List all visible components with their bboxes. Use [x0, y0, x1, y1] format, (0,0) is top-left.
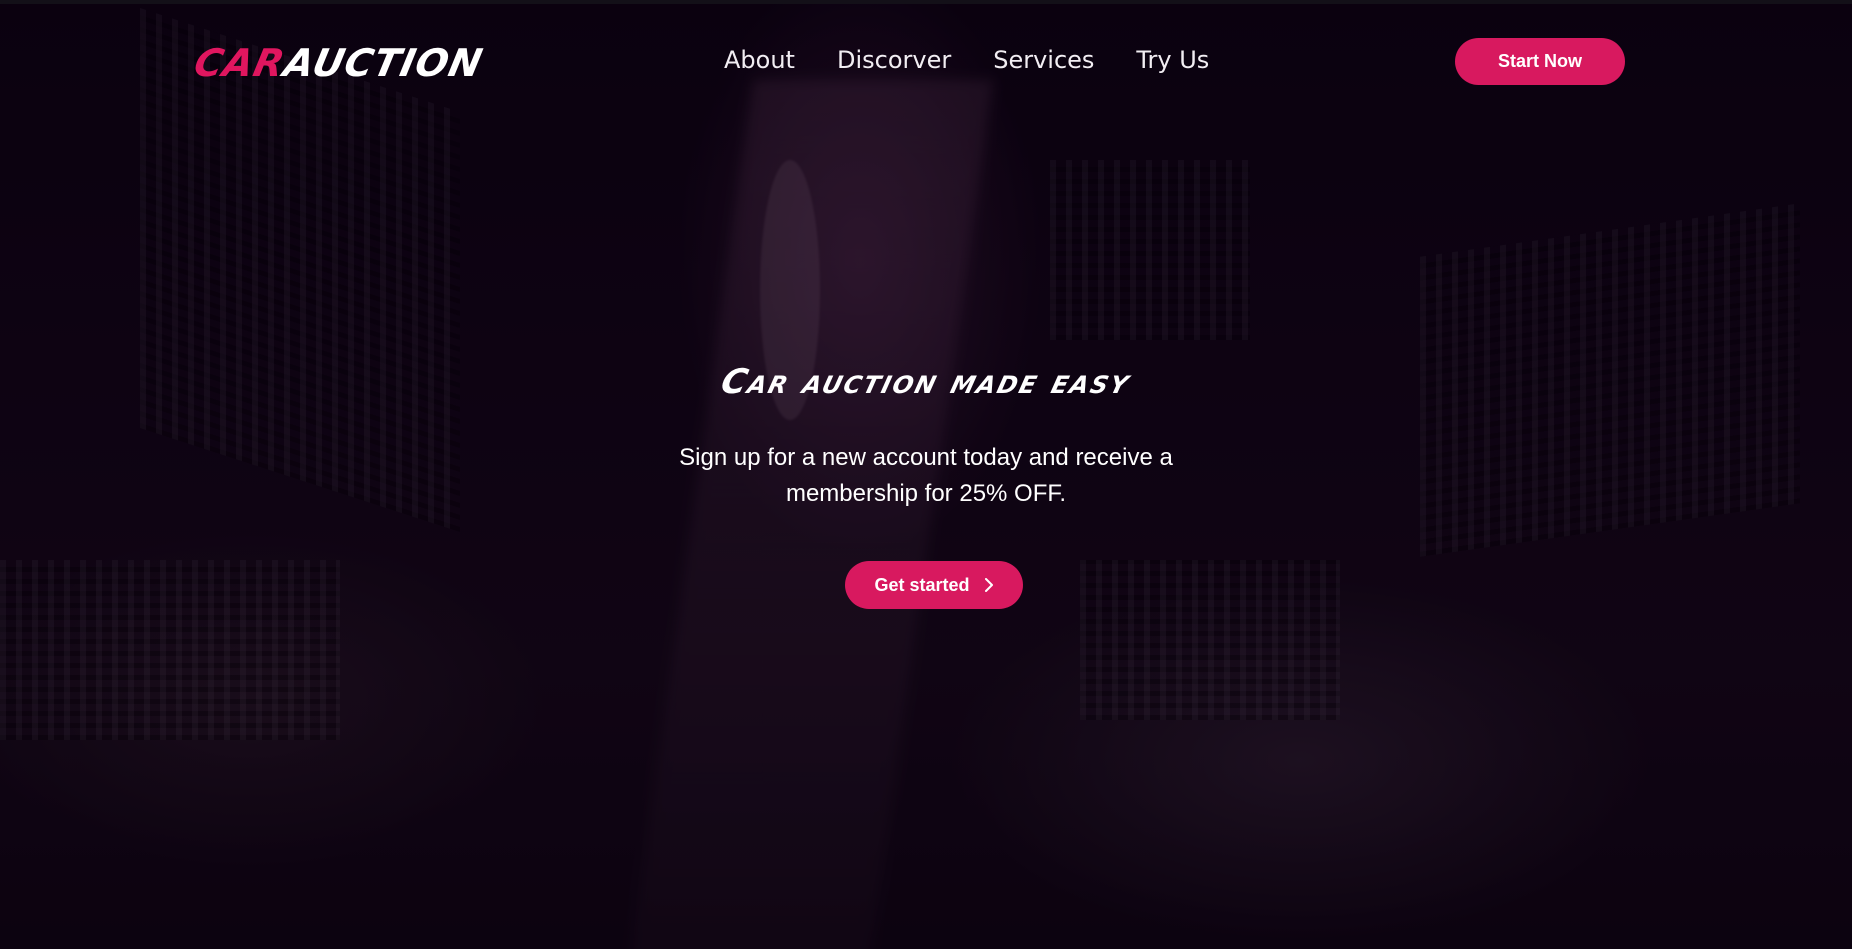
landing-page: CARAUCTION About Discorver Services Try … [0, 0, 1852, 949]
logo-part-car: CAR [190, 41, 290, 85]
get-started-label: Get started [874, 574, 970, 595]
get-started-button[interactable]: Get started [845, 561, 1023, 609]
brand-logo[interactable]: CARAUCTION [190, 41, 487, 85]
nav-discover[interactable]: Discorver [837, 46, 951, 74]
nav-services[interactable]: Services [993, 46, 1094, 74]
start-now-button[interactable]: Start Now [1455, 38, 1625, 85]
building-center [1050, 160, 1250, 340]
nav-try-us[interactable]: Try Us [1136, 46, 1209, 74]
street-glow [626, 80, 994, 949]
top-strip [0, 0, 1852, 4]
building-left [140, 8, 460, 532]
building-lower-left [0, 560, 340, 740]
building-bottom [1080, 560, 1340, 720]
chevron-right-icon [984, 578, 994, 592]
nav-about[interactable]: About [724, 46, 795, 74]
main-nav: About Discorver Services Try Us [724, 46, 1209, 74]
hero-subtitle: Sign up for a new account today and rece… [679, 444, 1173, 507]
hero-title: Car auction made easy [716, 362, 1136, 402]
logo-part-auction: AUCTION [279, 41, 487, 85]
